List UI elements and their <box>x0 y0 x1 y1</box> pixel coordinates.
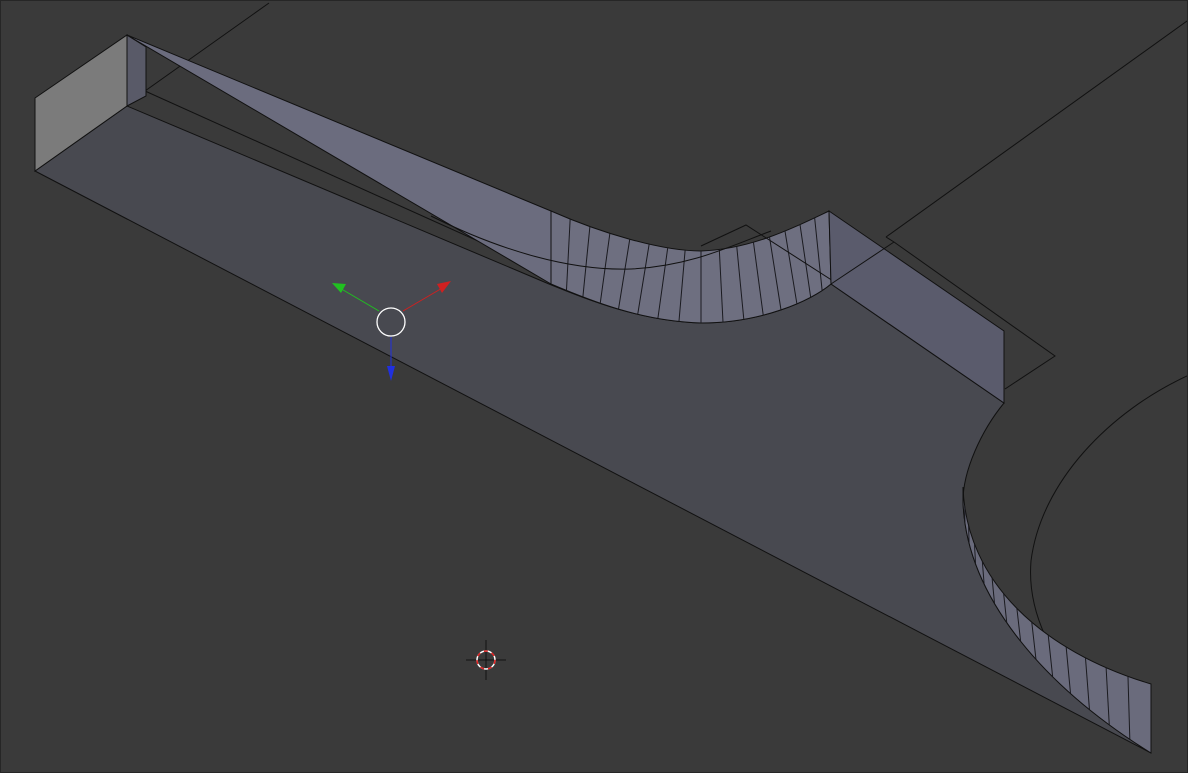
mesh-end-cap-top <box>126 34 147 107</box>
mesh-top-face[interactable] <box>34 105 1152 754</box>
gizmo-z-arrow-icon[interactable] <box>387 366 395 381</box>
3d-cursor-icon[interactable] <box>466 640 506 680</box>
wall-segment-line <box>968 525 970 544</box>
viewport-canvas[interactable] <box>1 1 1187 772</box>
3d-viewport[interactable] <box>0 0 1188 773</box>
bg-edge-right-top <box>885 20 1187 238</box>
